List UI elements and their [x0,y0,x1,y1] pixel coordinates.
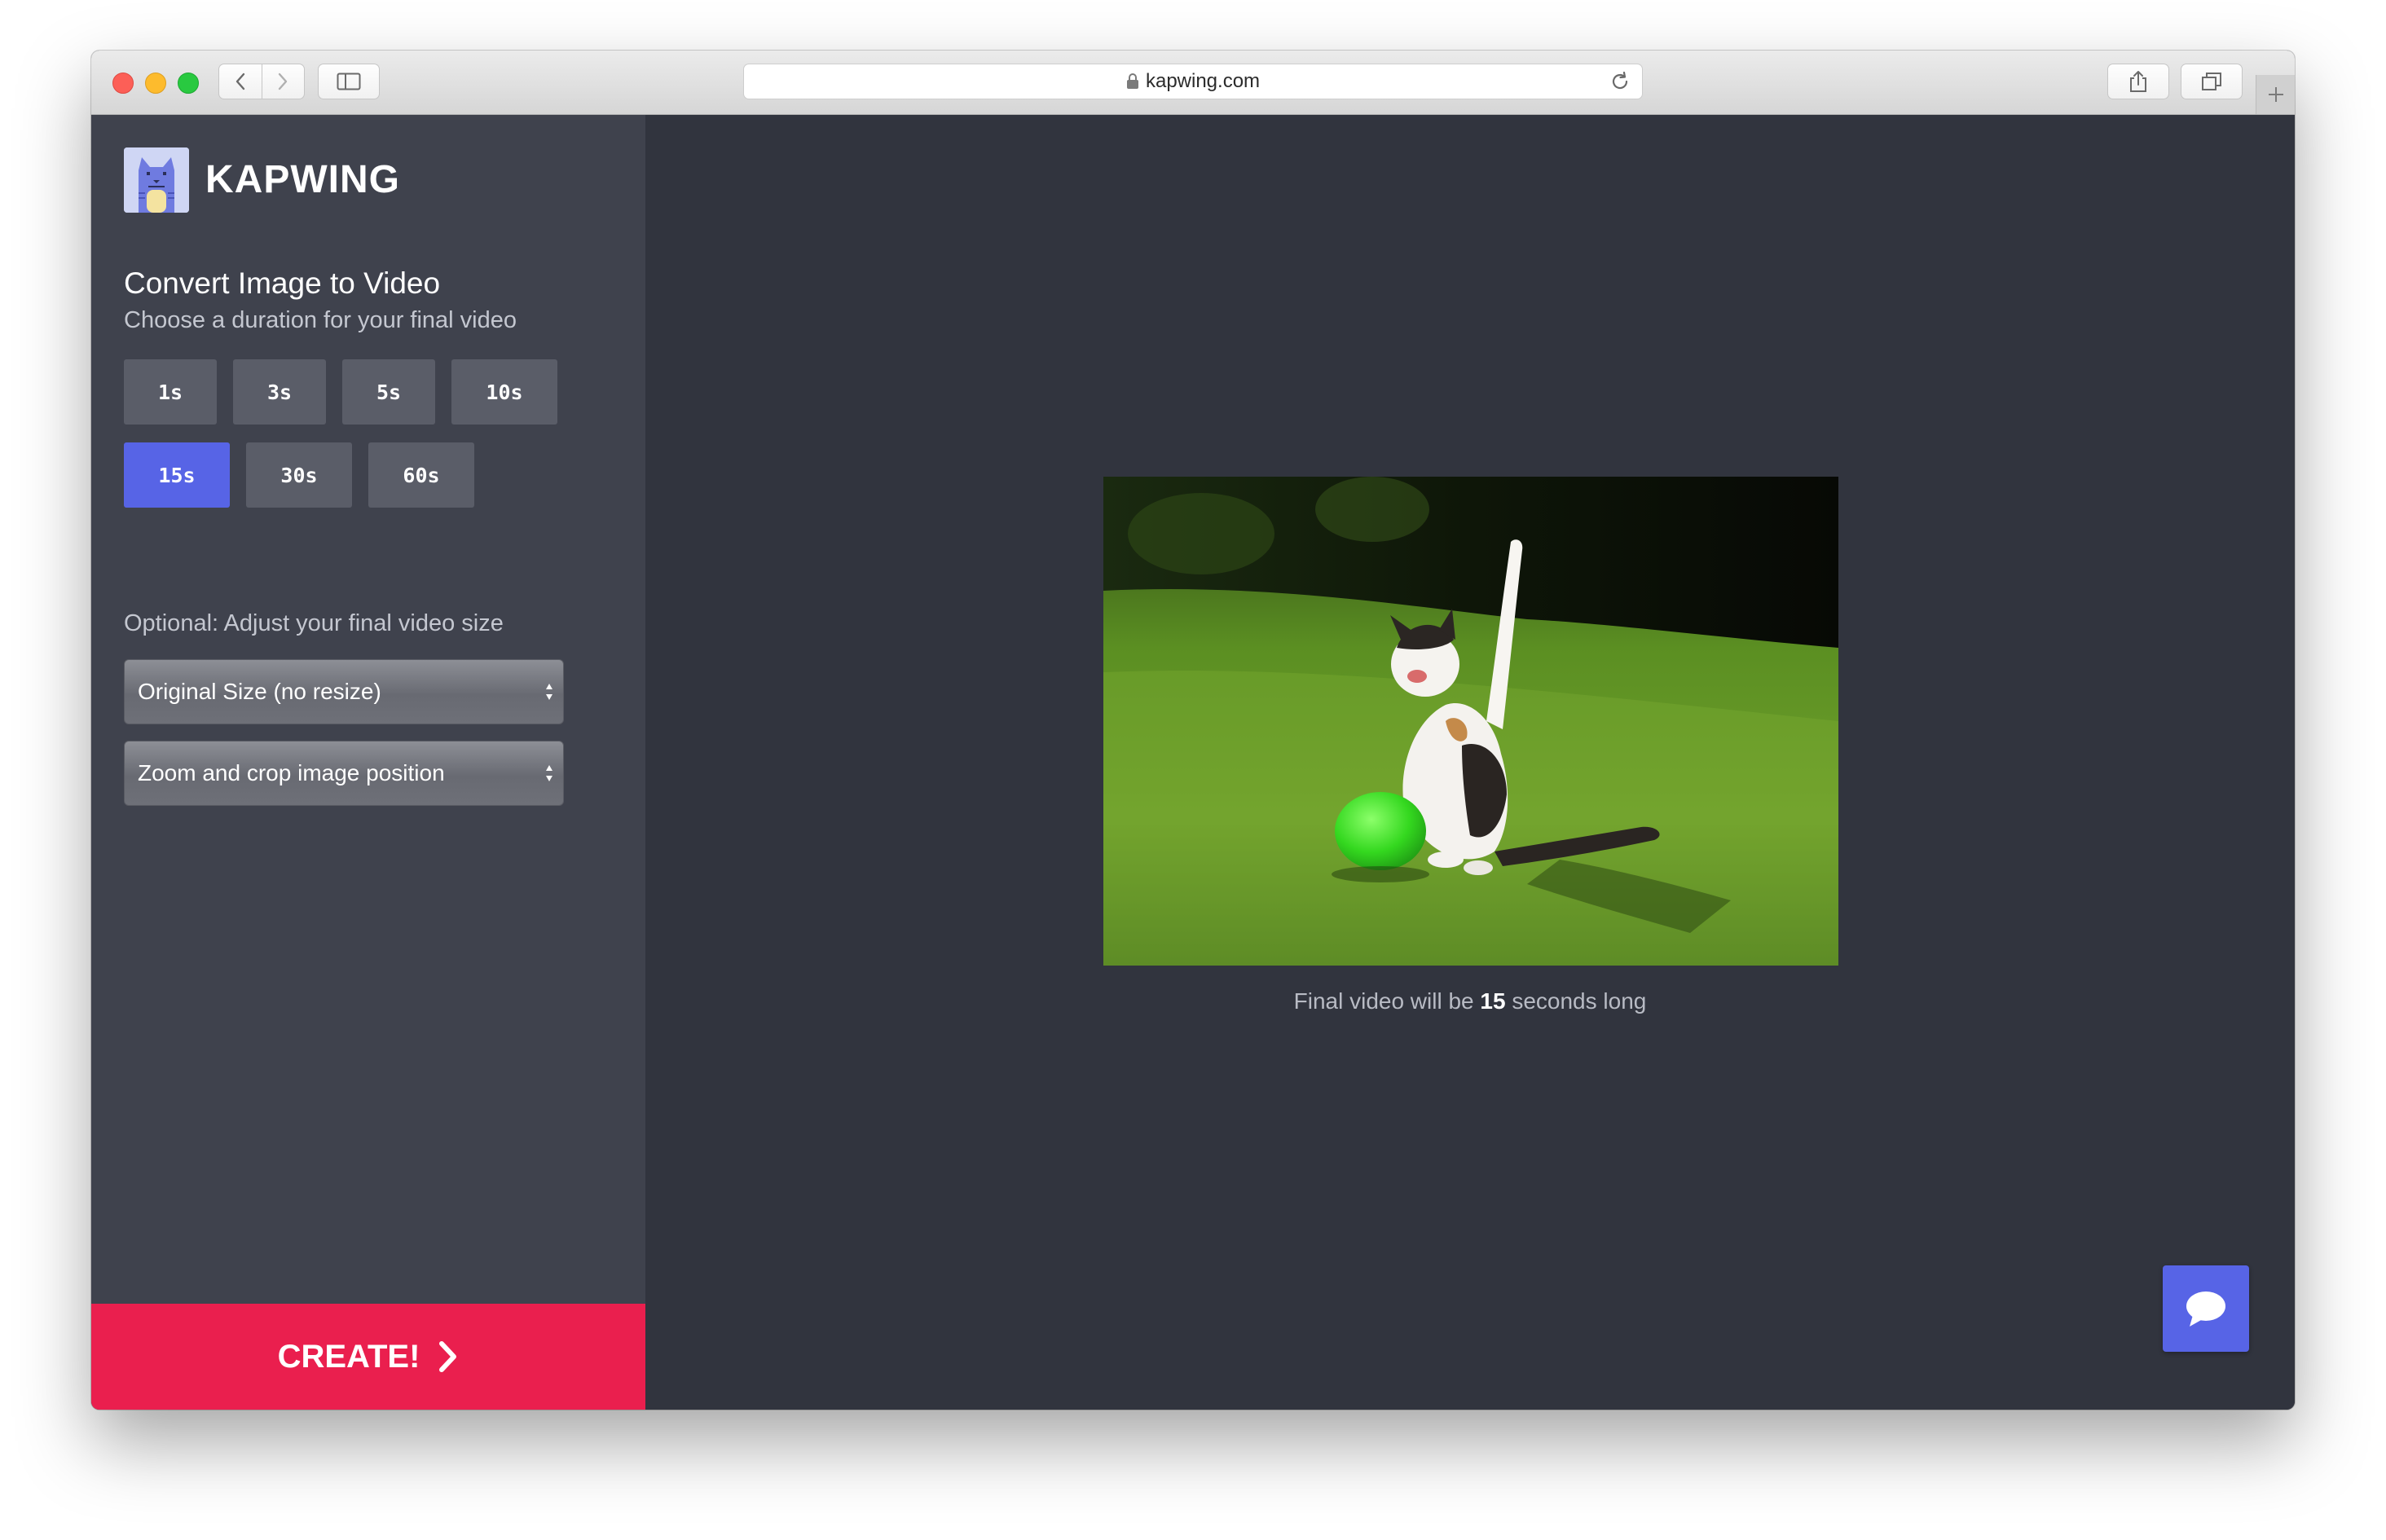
url-text: kapwing.com [1145,70,1261,92]
duration-button-15s[interactable]: 15s [124,442,230,508]
control-panel: KAPWING Convert Image to Video Choose a … [91,115,645,1410]
duration-button-30s[interactable]: 30s [246,442,352,508]
cat-logo-icon [124,147,189,213]
video-size-value: Original Size (no resize) [138,679,381,704]
duration-caption: Final video will be 15 seconds long [645,988,2295,1014]
duration-button-60s[interactable]: 60s [368,442,474,508]
plus-icon [2268,87,2283,102]
minimize-window-button[interactable] [145,73,166,94]
preview-area: Final video will be 15 seconds long [645,115,2295,1410]
tabs-overview-icon [2202,73,2221,90]
chevron-left-icon [236,73,244,90]
select-arrows-icon [546,765,552,781]
new-tab-button[interactable] [2256,75,2295,114]
kapwing-logo[interactable] [124,147,189,213]
preview-image [1103,477,1838,966]
duration-button-5s[interactable]: 5s [342,359,435,425]
crop-position-value: Zoom and crop image position [138,760,445,785]
crop-position-select[interactable]: Zoom and crop image position [124,741,564,806]
brand-name[interactable]: KAPWING [205,157,400,202]
browser-toolbar: kapwing.com [91,51,2295,115]
tabs-overview-button[interactable] [2181,64,2243,99]
lock-icon [1126,73,1138,89]
sidebar-icon [337,73,361,90]
caption-prefix: Final video will be [1293,988,1474,1014]
sidebar-toggle-button[interactable] [318,64,380,99]
chat-bubble-icon [2186,1291,2225,1327]
caption-duration-value: 15 [1480,988,1506,1014]
close-window-button[interactable] [112,73,134,94]
size-option-label: Optional: Adjust your final video size [124,610,504,636]
browser-window: kapwing.com KAPWING Convert Image to Vid… [91,51,2295,1410]
create-button[interactable]: CREATE! [91,1304,645,1410]
duration-button-1s[interactable]: 1s [124,359,217,425]
chat-support-button[interactable] [2163,1265,2249,1352]
video-size-select[interactable]: Original Size (no resize) [124,659,564,724]
history-nav [218,64,305,99]
duration-button-3s[interactable]: 3s [233,359,326,425]
chevron-right-icon [279,73,288,90]
tool-title: Convert Image to Video [124,266,441,300]
back-button[interactable] [219,64,262,99]
create-button-label: CREATE! [277,1338,420,1375]
share-icon [2130,71,2146,92]
share-button[interactable] [2107,64,2169,99]
reload-icon[interactable] [1609,71,1631,92]
caption-suffix: seconds long [1512,988,1647,1014]
select-arrows-icon [546,684,552,700]
forward-button[interactable] [261,64,305,99]
duration-button-10s[interactable]: 10s [451,359,557,425]
kitten-photo [1103,477,1838,966]
address-bar[interactable]: kapwing.com [743,64,1643,99]
zoom-window-button[interactable] [178,73,199,94]
chevron-right-icon [439,1341,457,1372]
tool-subtitle: Choose a duration for your final video [124,307,517,333]
